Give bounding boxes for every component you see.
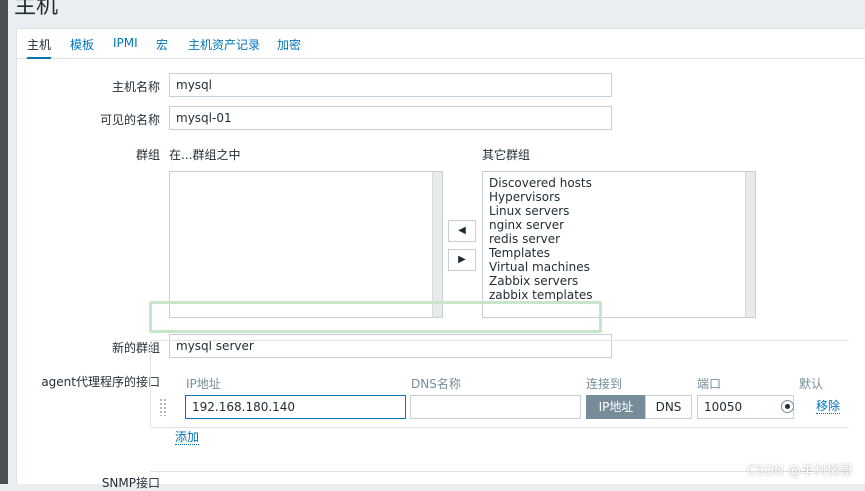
in-groups-listbox[interactable] bbox=[169, 171, 443, 318]
tab-inventory[interactable]: 主机资产记录 bbox=[188, 36, 260, 59]
window-edge bbox=[0, 0, 8, 484]
tab-encryption[interactable]: 加密 bbox=[277, 36, 301, 59]
list-item[interactable]: nginx server bbox=[489, 218, 749, 232]
list-item[interactable]: Virtual machines bbox=[489, 260, 749, 274]
ip-address-input[interactable] bbox=[185, 395, 406, 419]
agent-interface-label: agent代理程序的接口 bbox=[41, 375, 160, 389]
host-name-label: 主机名称 bbox=[111, 80, 160, 94]
tab-templates[interactable]: 模板 bbox=[70, 36, 94, 59]
host-name-input[interactable] bbox=[169, 73, 612, 97]
drag-handle-icon[interactable] bbox=[159, 398, 167, 416]
col-connect-to: 连接到 bbox=[586, 377, 623, 391]
col-dns-name: DNS名称 bbox=[411, 377, 461, 391]
list-item[interactable]: redis server bbox=[489, 232, 749, 246]
tab-macros[interactable]: 宏 bbox=[156, 36, 168, 59]
snmp-interface-box bbox=[150, 471, 849, 491]
page-title: 主机 bbox=[14, 0, 59, 19]
tab-bar: 主机 模板 IPMI 宏 主机资产记录 加密 bbox=[17, 29, 865, 59]
in-groups-label: 在...群组之中 bbox=[169, 148, 241, 162]
default-radio[interactable] bbox=[781, 400, 794, 413]
in-groups-scrollbar[interactable] bbox=[432, 172, 442, 317]
other-groups-listbox[interactable]: Discovered hosts Hypervisors Linux serve… bbox=[482, 171, 756, 318]
move-right-button[interactable]: ▶ bbox=[448, 249, 476, 271]
watermark: CSDN @羊村懒哥 bbox=[746, 464, 853, 479]
list-item[interactable]: Linux servers bbox=[489, 204, 749, 218]
list-item[interactable]: zabbix templates bbox=[489, 288, 749, 302]
add-interface-link[interactable]: 添加 bbox=[175, 430, 200, 445]
other-groups-scrollbar[interactable] bbox=[745, 172, 755, 317]
groups-label: 群组 bbox=[135, 148, 160, 162]
connect-dns-button[interactable]: DNS bbox=[645, 395, 692, 419]
col-default: 默认 bbox=[799, 377, 824, 391]
dns-name-input[interactable] bbox=[410, 395, 581, 419]
new-group-highlight bbox=[149, 301, 602, 333]
list-item[interactable]: Discovered hosts bbox=[489, 176, 749, 190]
port-input[interactable] bbox=[697, 395, 794, 419]
col-port: 端口 bbox=[697, 377, 722, 391]
tab-host[interactable]: 主机 bbox=[27, 36, 52, 59]
visible-name-label: 可见的名称 bbox=[99, 113, 160, 127]
list-item[interactable]: Templates bbox=[489, 246, 749, 260]
snmp-interface-label: SNMP接口 bbox=[101, 476, 160, 490]
tab-ipmi[interactable]: IPMI bbox=[113, 36, 138, 59]
connect-ip-button[interactable]: IP地址 bbox=[586, 395, 646, 419]
list-item[interactable]: Hypervisors bbox=[489, 190, 749, 204]
list-item[interactable]: Zabbix servers bbox=[489, 274, 749, 288]
other-groups-label: 其它群组 bbox=[482, 148, 531, 162]
new-group-label: 新的群组 bbox=[111, 341, 160, 355]
col-ip-address: IP地址 bbox=[186, 377, 221, 391]
visible-name-input[interactable] bbox=[169, 106, 612, 130]
move-left-button[interactable]: ◀ bbox=[448, 220, 476, 242]
remove-link[interactable]: 移除 bbox=[816, 399, 841, 414]
